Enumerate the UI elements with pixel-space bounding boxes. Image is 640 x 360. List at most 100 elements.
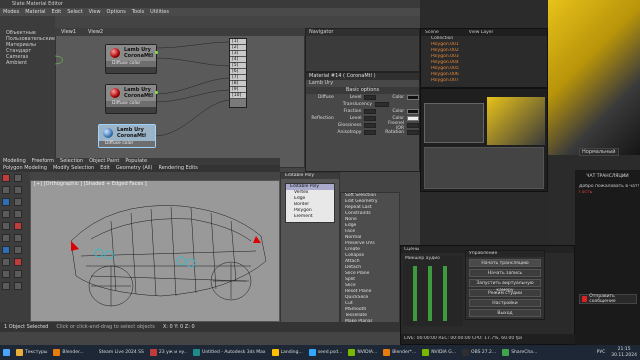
exit-button[interactable]: Выход — [469, 309, 541, 317]
taskbar-item[interactable]: NVIDIA G... — [419, 345, 459, 360]
taskbar-item[interactable]: Текстуры — [13, 345, 50, 360]
send-message-button[interactable]: Отправить сообщение — [579, 294, 637, 304]
material-node-1[interactable]: Lamb Ury CoronaMtl Diffuse color — [105, 44, 158, 74]
tab-view2[interactable]: View2 — [82, 28, 109, 36]
menu-material[interactable]: Material — [22, 8, 48, 16]
windows-icon — [3, 349, 10, 356]
anisotropy-field[interactable] — [364, 130, 377, 135]
schematic-icon[interactable] — [2, 258, 10, 266]
render-setup-icon[interactable] — [2, 270, 10, 278]
menu-select[interactable]: Select — [64, 8, 85, 16]
render-icon[interactable] — [2, 282, 10, 290]
tab-view1[interactable]: View1 — [55, 28, 82, 36]
rotate-icon[interactable] — [14, 210, 22, 218]
material-preview-icon — [110, 88, 120, 98]
ribbon-tab-object-paint[interactable]: Object Paint — [86, 158, 122, 165]
curve-editor-icon[interactable] — [14, 246, 22, 254]
render-frame-icon[interactable] — [14, 270, 22, 278]
obs-preview[interactable] — [420, 88, 548, 192]
params-title: Material #14 ( CoronaMtl ) — [306, 73, 419, 80]
taskbar-item[interactable]: NVIDIA... — [345, 345, 380, 360]
stack-item[interactable]: Element — [286, 214, 334, 220]
slate-menubar: Modes Material Edit Select View Options … — [0, 8, 420, 16]
tray-clock[interactable]: 21:15 30.11.2024 — [608, 345, 640, 360]
material-node-2[interactable]: Lamb Ury CoronaMtl Diffuse color — [105, 84, 158, 114]
select-icon[interactable] — [2, 198, 10, 206]
ribbon-tab-selection[interactable]: Selection — [57, 158, 86, 165]
link-icon[interactable] — [2, 186, 10, 194]
chat-mode-dropdown[interactable]: Нормальный — [579, 148, 619, 156]
taskbar-item[interactable]: Untitled - Autodesk 3ds Max — [190, 345, 269, 360]
modifier-stack[interactable]: Editable Poly Vertex Edge Border Polygon… — [285, 183, 335, 223]
snap-icon[interactable] — [14, 222, 22, 230]
material-parameters: Material #14 ( CoronaMtl ) Lamb Ury Basi… — [305, 72, 420, 172]
ribbon-group[interactable]: Edit — [97, 165, 113, 172]
material-editor-icon[interactable] — [14, 258, 22, 266]
params-subtitle: Lamb Ury — [309, 80, 334, 86]
taskbar-item[interactable]: Steam Live 2024 SS — [87, 345, 147, 360]
studio-mode-button[interactable]: Режим студии — [469, 289, 541, 297]
menu-tools[interactable]: Tools — [129, 8, 147, 16]
ribbon-tab-populate[interactable]: Populate — [122, 158, 150, 165]
chat-title: ЧАТ ТРАНСЛЯЦИИ — [586, 174, 629, 179]
scenes-dock-title: Сцены — [404, 246, 420, 252]
start-streaming-button[interactable]: Начать трансляцию — [469, 259, 541, 267]
taskbar-item[interactable]: Blender... — [50, 345, 86, 360]
taskbar-item[interactable]: 23 уж и ну.. — [147, 345, 190, 360]
start-recording-button[interactable]: Начать запись — [469, 269, 541, 277]
taskbar-item[interactable]: ShareCha... — [499, 345, 540, 360]
taskbar-item[interactable]: OBS 27.2... — [459, 345, 499, 360]
undo-icon[interactable] — [2, 174, 10, 182]
ribbon-group[interactable]: Rendering Edits — [156, 165, 201, 172]
output-socket-icon[interactable] — [155, 51, 158, 54]
glossiness-field[interactable] — [364, 123, 377, 128]
menu-modes[interactable]: Modes — [0, 8, 22, 16]
multi-material-node[interactable]: [1] [2] [3] [4] [5] [6] [7] [8] [9] [10] — [229, 38, 247, 108]
start-button[interactable] — [0, 345, 13, 360]
scale-icon[interactable] — [2, 222, 10, 230]
material-slot[interactable]: [10] — [230, 93, 246, 99]
ribbon-group[interactable]: Polygon Modeling — [0, 165, 50, 172]
rotation-field[interactable] — [407, 130, 419, 135]
unlink-icon[interactable] — [14, 186, 22, 194]
move-icon[interactable] — [2, 210, 10, 218]
ribbon-group[interactable]: Modify Selection — [50, 165, 97, 172]
outliner-scene-label[interactable]: Scene — [421, 30, 439, 36]
modifier-name[interactable]: Editable Poly — [281, 173, 339, 179]
teapot-icon[interactable] — [14, 282, 22, 290]
taskbar-item[interactable]: Landing... — [269, 345, 306, 360]
ribbon-tab-freeform[interactable]: Freeform — [29, 158, 57, 165]
mirror-icon[interactable] — [2, 234, 10, 242]
ribbon-tab-modeling[interactable]: Modeling — [0, 158, 29, 165]
taskbar-item[interactable]: Blender*... — [380, 345, 419, 360]
view-layer-label[interactable]: View Layer — [439, 30, 494, 36]
translucency-color-swatch[interactable] — [407, 109, 419, 114]
ribbon-group[interactable]: Geometry (All) — [113, 165, 156, 172]
menu-edit[interactable]: Edit — [49, 8, 65, 16]
align-icon[interactable] — [14, 234, 22, 242]
menu-utilities[interactable]: Utilities — [147, 8, 172, 16]
viewport-label[interactable]: [+] [Orthographic ] [Shaded + Edged Face… — [34, 181, 147, 187]
reflection-color-swatch[interactable] — [407, 116, 419, 121]
diffuse-color-swatch[interactable] — [407, 95, 419, 100]
output-socket-icon[interactable] — [155, 91, 158, 94]
redo-icon[interactable] — [14, 174, 22, 182]
left-panel-item[interactable]: Ambient — [0, 60, 55, 66]
perspective-viewport[interactable] — [30, 180, 280, 322]
layer-icon[interactable] — [2, 246, 10, 254]
settings-button[interactable]: Настройки — [469, 299, 541, 307]
virtual-camera-button[interactable]: Запустить виртуальную камеру — [469, 279, 541, 293]
outliner-item[interactable]: Polygon.007 — [421, 78, 547, 84]
menu-view[interactable]: View — [86, 8, 104, 16]
translucency-field[interactable] — [375, 102, 389, 107]
menu-options[interactable]: Options — [104, 8, 129, 16]
material-node-3[interactable]: Lamb Ury CoronaMtl Diffuse color — [98, 124, 156, 148]
fraction-field[interactable] — [364, 109, 377, 114]
param-row: Fraction Color — [306, 108, 419, 115]
level-field[interactable] — [364, 95, 377, 100]
select-region-icon[interactable] — [14, 198, 22, 206]
taskbar-item[interactable]: seed.psd... — [306, 345, 346, 360]
tray-lang[interactable]: РУС — [594, 345, 609, 360]
fresnel-ior-field[interactable] — [407, 123, 419, 128]
reflection-level-field[interactable] — [364, 116, 377, 121]
